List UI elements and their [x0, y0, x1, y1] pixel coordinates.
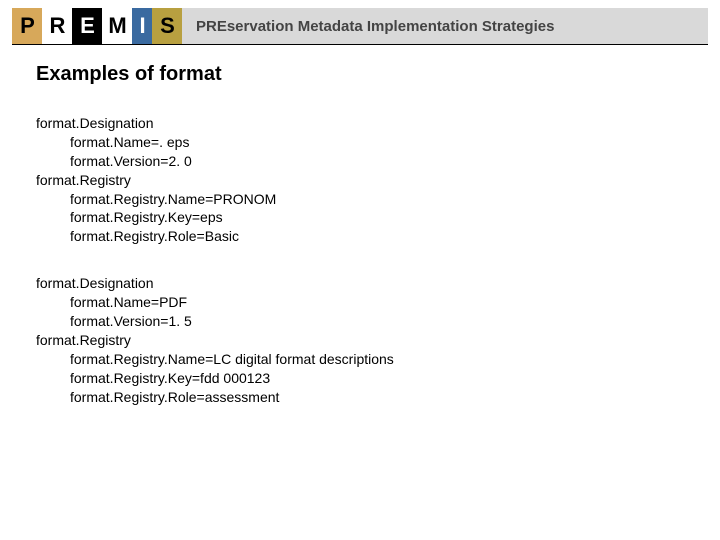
code-line: format.Registry [36, 171, 684, 190]
code-line: format.Registry [36, 331, 684, 350]
code-line: format.Version=2. 0 [70, 152, 684, 171]
code-line: format.Version=1. 5 [70, 312, 684, 331]
code-line: format.Registry.Role=Basic [70, 227, 684, 246]
logo-letter-i: I [132, 8, 152, 44]
logo-letter-s: S [152, 8, 182, 44]
code-line: format.Registry.Role=assessment [70, 388, 684, 407]
code-line: format.Name=PDF [70, 293, 684, 312]
code-line: format.Registry.Key=fdd 000123 [70, 369, 684, 388]
code-line: format.Registry.Name=LC digital format d… [70, 350, 684, 369]
code-line: format.Designation [36, 114, 684, 133]
logo-letter-e: E [72, 8, 102, 44]
tagline: PREservation Metadata Implementation Str… [196, 18, 554, 35]
slide-title: Examples of format [36, 63, 684, 86]
logo-letter-p: P [12, 8, 42, 44]
example-block-1: format.Designation format.Name=. eps for… [36, 114, 684, 246]
slide-content: Examples of format format.Designation fo… [0, 45, 720, 406]
logo-letter-m: M [102, 8, 132, 44]
example-block-2: format.Designation format.Name=PDF forma… [36, 274, 684, 406]
code-line: format.Registry.Name=PRONOM [70, 190, 684, 209]
code-line: format.Registry.Key=eps [70, 208, 684, 227]
banner: P R E M I S PREservation Metadata Implem… [12, 8, 708, 45]
tagline-wrap: PREservation Metadata Implementation Str… [182, 8, 708, 44]
premis-logo: P R E M I S [12, 8, 182, 44]
code-line: format.Designation [36, 274, 684, 293]
code-line: format.Name=. eps [70, 133, 684, 152]
logo-letter-r: R [42, 8, 72, 44]
